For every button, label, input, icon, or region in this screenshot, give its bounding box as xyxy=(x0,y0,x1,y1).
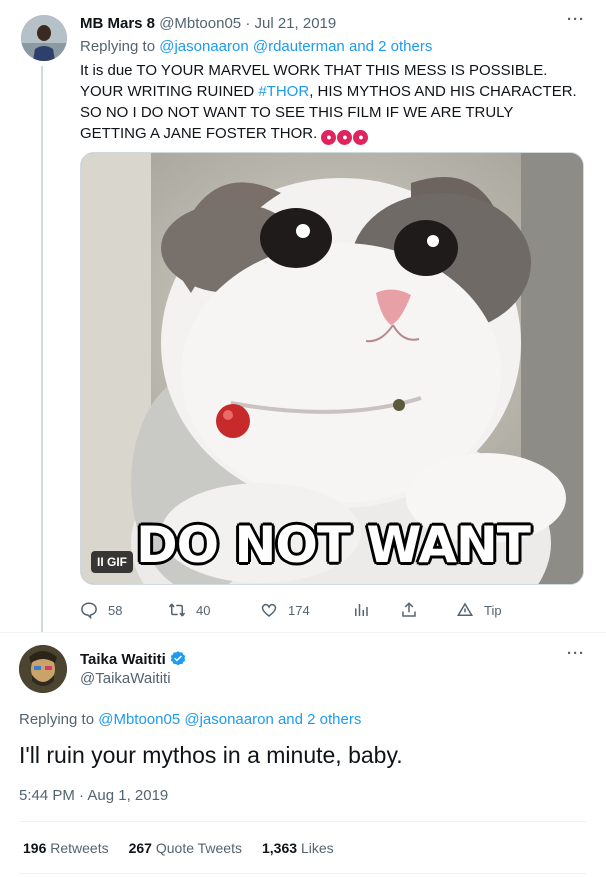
others-link[interactable]: and 2 others xyxy=(349,38,432,55)
heart-icon xyxy=(261,603,277,617)
pause-icon[interactable]: II xyxy=(97,555,104,569)
like-count: 174 xyxy=(288,602,310,618)
tweet-header: MB Mars 8 @Mbtoon05 · Jul 21, 2019 xyxy=(80,15,336,32)
quote-tweets-count: 267 xyxy=(128,840,152,856)
retweets-label: Retweets xyxy=(50,840,109,856)
mention-link[interactable]: @Mbtoon05 xyxy=(98,711,180,728)
divider xyxy=(0,632,606,633)
display-name-row: Taika Waititi xyxy=(80,650,187,668)
share-icon xyxy=(402,602,416,617)
reply-count: 58 xyxy=(108,602,123,618)
quote-tweets-label: Quote Tweets xyxy=(155,840,242,856)
action-bar: 58 40 174 Tip xyxy=(80,598,584,622)
tip-icon xyxy=(456,602,474,616)
divider xyxy=(19,821,587,822)
tweet-timestamp[interactable]: 5:44 PM · Aug 1, 2019 xyxy=(19,787,168,804)
angry-face-icon: ● xyxy=(321,130,337,145)
hashtag-link[interactable]: #THOR xyxy=(258,83,309,100)
tip-label: Tip xyxy=(484,602,502,618)
tip-button[interactable]: Tip xyxy=(456,598,502,622)
mention-link[interactable]: @jasonaaron xyxy=(159,38,248,55)
share-button[interactable] xyxy=(400,598,428,622)
engagement-stats: 196 Retweets 267 Quote Tweets 1,363 Like… xyxy=(23,840,354,856)
retweets-count: 196 xyxy=(23,840,47,856)
divider xyxy=(19,873,587,874)
avatar-photo-icon xyxy=(19,645,67,693)
reply-button[interactable]: 58 xyxy=(80,598,122,622)
likes-count: 1,363 xyxy=(262,840,298,856)
replying-to: Replying to @Mbtoon05 @jasonaaron and 2 … xyxy=(19,711,361,728)
avatar-photo-icon xyxy=(21,15,67,61)
avatar[interactable] xyxy=(19,645,67,693)
retweet-count: 40 xyxy=(196,602,211,618)
others-link[interactable]: and 2 others xyxy=(278,711,361,728)
likes-stat[interactable]: 1,363 Likes xyxy=(262,840,334,856)
reply-icon xyxy=(81,602,97,619)
reply-tweet[interactable]: MB Mars 8 @Mbtoon05 · Jul 21, 2019 ··· R… xyxy=(0,0,606,632)
retweet-button[interactable]: 40 xyxy=(168,598,210,622)
handle[interactable]: @TaikaWaititi xyxy=(80,670,171,687)
thread-connector-line xyxy=(41,66,43,632)
tweet-date[interactable]: Jul 21, 2019 xyxy=(255,15,337,32)
analytics-icon xyxy=(355,604,368,616)
handle[interactable]: @Mbtoon05 xyxy=(159,15,241,32)
tweet-text: I'll ruin your mythos in a minute, baby. xyxy=(19,742,403,768)
replying-to-label: Replying to xyxy=(19,711,95,728)
gif-play-pause-control[interactable]: II GIF xyxy=(91,551,134,573)
more-options-icon[interactable]: ··· xyxy=(566,646,586,668)
likes-label: Likes xyxy=(300,840,334,856)
gif-badge: GIF xyxy=(107,555,128,569)
display-name[interactable]: Taika Waititi xyxy=(80,651,166,668)
like-button[interactable]: 174 xyxy=(260,598,310,622)
retweets-stat[interactable]: 196 Retweets xyxy=(23,840,109,856)
mention-link[interactable]: @jasonaaron xyxy=(184,711,273,728)
gif-media[interactable]: DO NOT WANT II GIF xyxy=(80,152,584,585)
mention-link[interactable]: @rdauterman xyxy=(253,38,345,55)
display-name[interactable]: MB Mars 8 xyxy=(80,15,155,32)
tweet-text: It is due TO YOUR MARVEL WORK THAT THIS … xyxy=(80,60,580,145)
verified-badge-icon xyxy=(170,651,186,666)
retweet-icon xyxy=(168,603,186,617)
more-options-icon[interactable]: ··· xyxy=(566,12,586,34)
replying-to: Replying to @jasonaaron @rdauterman and … xyxy=(80,38,432,55)
angry-face-icon: ● xyxy=(337,130,353,145)
quote-tweets-stat[interactable]: 267 Quote Tweets xyxy=(129,840,242,856)
replying-to-label: Replying to xyxy=(80,38,156,55)
gif-caption: DO NOT WANT xyxy=(136,516,531,574)
angry-face-icon: ● xyxy=(353,130,369,145)
avatar[interactable] xyxy=(21,15,67,61)
analytics-button[interactable] xyxy=(352,598,380,622)
separator: · xyxy=(245,15,251,32)
